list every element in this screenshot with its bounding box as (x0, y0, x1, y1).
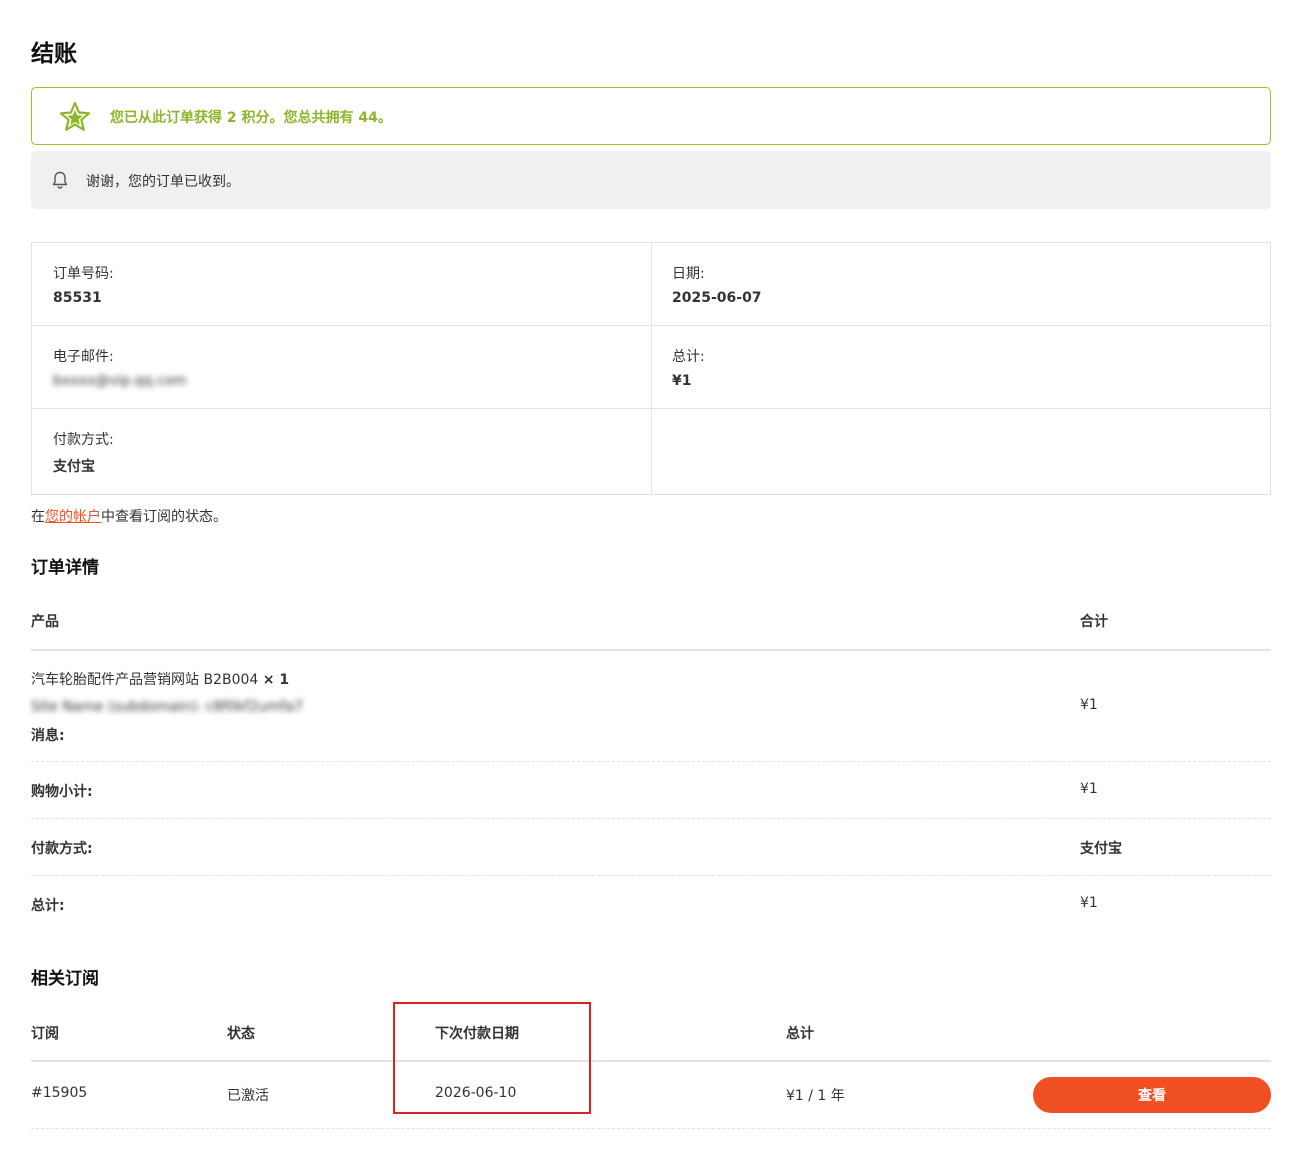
date-label: 日期: (672, 266, 705, 282)
view-subscription-button[interactable]: 查看 (1033, 1077, 1271, 1113)
payment-cell: 付款方式: 支付宝 (32, 409, 651, 495)
email-value: bxxxx@vip.qq.com (53, 373, 187, 389)
page-title: 结账 (31, 41, 77, 67)
subtotal-value: ¥1 (1080, 781, 1098, 797)
order-number-value: 85531 (53, 290, 102, 306)
col-product: 产品 (31, 614, 59, 630)
account-link[interactable]: 您的帐户 (45, 509, 101, 525)
product-total: ¥1 (1080, 697, 1098, 713)
related-subscriptions-title: 相关订阅 (31, 969, 99, 989)
payment-label: 付款方式: (53, 432, 114, 448)
subscription-amount: ¥1 / 1 年 (786, 1088, 845, 1104)
payment-value: 支付宝 (53, 459, 95, 475)
bell-icon (52, 171, 68, 189)
date-value: 2025-06-07 (672, 290, 762, 306)
highlight-annotation (393, 1002, 591, 1114)
product-name-line: 汽车轮胎配件产品营销网站 B2B004 × 1 (31, 669, 289, 689)
payment-method-label: 付款方式: (31, 841, 93, 857)
order-number-cell: 订单号码: 85531 (32, 243, 651, 326)
col-total: 合计 (1080, 614, 1108, 630)
points-message: 您已从此订单获得 2 积分。您总共拥有 44。 (110, 110, 392, 126)
account-note: 在您的帐户中查看订阅的状态。 (31, 506, 227, 526)
account-note-suffix: 中查看订阅的状态。 (101, 509, 227, 525)
subtotal-label: 购物小计: (31, 784, 93, 800)
empty-cell (651, 409, 1271, 495)
date-cell: 日期: 2025-06-07 (651, 243, 1271, 326)
col-subscription: 订阅 (31, 1026, 59, 1042)
star-icon (59, 101, 91, 131)
thanks-message: 谢谢，您的订单已收到。 (86, 174, 240, 190)
message-label: 消息: (31, 728, 65, 744)
order-overview: 订单号码: 85531 日期: 2025-06-07 电子邮件: bxxxx@v… (31, 242, 1271, 495)
col-sub-total: 总计 (786, 1026, 814, 1042)
product-qty: × 1 (262, 672, 290, 688)
total-cell: 总计: ¥1 (651, 326, 1271, 409)
grand-total-value: ¥1 (1080, 895, 1098, 911)
product-name: 汽车轮胎配件产品营销网站 B2B004 (31, 672, 259, 688)
col-status: 状态 (227, 1026, 255, 1042)
order-received-notice: 谢谢，您的订单已收到。 (31, 151, 1271, 209)
order-details-title: 订单详情 (31, 558, 99, 578)
account-note-prefix: 在 (31, 509, 45, 525)
points-notice: 您已从此订单获得 2 积分。您总共拥有 44。 (31, 87, 1271, 145)
total-label: 总计: (672, 349, 705, 365)
payment-method-value: 支付宝 (1080, 841, 1122, 857)
email-cell: 电子邮件: bxxxx@vip.qq.com (32, 326, 651, 409)
email-label: 电子邮件: (53, 349, 114, 365)
subscription-status: 已激活 (227, 1088, 269, 1104)
site-name-meta: Site Name (subdomain): c8f0kf2umfa7 (31, 699, 303, 715)
subscription-id: #15905 (31, 1085, 88, 1101)
order-number-label: 订单号码: (53, 266, 114, 282)
total-value: ¥1 (672, 373, 692, 389)
grand-total-label: 总计: (31, 898, 65, 914)
